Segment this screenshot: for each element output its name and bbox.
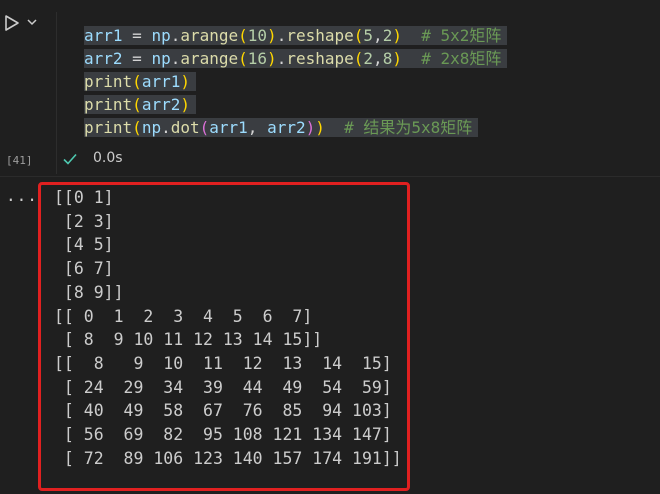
code-token: np [141,118,162,137]
code-token: ) [392,26,402,45]
code-token: reshape [286,26,354,45]
code-token: 10 [247,26,268,45]
output-line: [[ 8 9 10 11 12 13 14 15] [54,353,392,373]
code-token: arr2 [84,49,123,68]
code-token: reshape [286,49,354,68]
output-line: [6 7] [54,259,114,279]
code-token: , [373,26,383,45]
output-line: [2 3] [54,211,114,231]
code-token: 8 [382,49,393,68]
output-line: [[ 0 1 2 3 4 5 6 7] [54,306,313,326]
code-token: print [84,118,133,137]
code-token: ) [305,118,316,137]
code-token: ) [315,118,325,137]
output-line: [[0 1] [54,188,114,207]
code-token: = [122,49,152,68]
chevron-down-icon[interactable] [26,16,38,28]
code-token: ( [238,49,248,68]
code-token: np [151,26,171,45]
output-line: [ 40 49 58 67 76 85 94 103] [54,401,392,421]
code-token: . [170,49,181,68]
code-token: 5 [363,26,374,45]
code-token: arange [180,26,239,45]
code-selection: arr2 = np.arange(16).reshape(2,8) # 2x8矩… [84,49,508,68]
code-token: arange [180,49,239,68]
code-token: . [276,49,287,68]
code-selection: print(arr1) [84,72,196,91]
code-selection: arr1 = np.arange(10).reshape(5,2) # 5x2矩… [84,26,508,45]
code-token: . [161,118,171,137]
code-line[interactable]: print(arr1) [84,70,196,93]
code-line[interactable]: print(np.dot(arr1, arr2)) # 结果为5x8矩阵 [84,116,479,139]
code-token: arr2 [141,95,181,114]
code-token: ) [392,49,402,68]
code-line[interactable]: arr1 = np.arange(10).reshape(5,2) # 5x2矩… [84,24,508,47]
code-token: . [170,26,181,45]
code-token: . [276,26,287,45]
code-token: np [151,49,171,68]
code-line[interactable]: print(arr2) [84,93,196,116]
code-token: print [84,72,133,91]
output-line: [ 72 89 106 123 140 157 174 191]] [54,448,402,468]
output-line: [8 9]] [54,282,124,302]
code-token: ( [132,95,142,114]
code-token: ( [238,26,248,45]
code-token: ( [353,26,364,45]
code-selection: print(arr2) [84,95,196,114]
code-token: arr2 [267,118,306,137]
code-line[interactable]: arr2 = np.arange(16).reshape(2,8) # 2x8矩… [84,47,508,70]
code-token: arr1 [84,26,123,45]
output-line: [ 8 9 10 11 12 13 14 15]] [54,330,323,350]
code-token: ( [199,118,210,137]
play-icon[interactable] [4,14,20,32]
code-token: # 2x8矩阵 [401,49,502,68]
execution-count: [41] [6,154,33,167]
code-token: 16 [247,49,268,68]
more-icon[interactable]: ... [6,186,38,205]
execution-time: 0.0s [93,150,123,166]
code-token: arr1 [209,118,248,137]
code-token: ( [132,118,142,137]
code-token: arr1 [141,72,181,91]
code-selection: print(np.dot(arr1, arr2)) # 结果为5x8矩阵 [84,118,479,137]
code-token: 2 [363,49,374,68]
code-token: 2 [382,26,393,45]
output-line: [ 24 29 34 39 44 49 54 59] [54,377,392,397]
code-token: ( [353,49,364,68]
code-token: ( [132,72,142,91]
code-token: ) [180,72,190,91]
check-icon [63,153,77,165]
cell-divider [0,176,660,177]
code-token: = [122,26,152,45]
code-token: , [247,118,268,137]
code-token: dot [170,118,200,137]
code-token: ) [267,26,277,45]
output-line: [4 5] [54,235,114,255]
output-line: [ 56 69 82 95 108 121 134 147] [54,425,392,444]
code-token: # 结果为5x8矩阵 [324,118,473,137]
code-token: # 5x2矩阵 [401,26,502,45]
code-token: , [373,49,383,68]
code-token: ) [180,95,190,114]
code-token: ) [267,49,277,68]
code-token: print [84,95,133,114]
